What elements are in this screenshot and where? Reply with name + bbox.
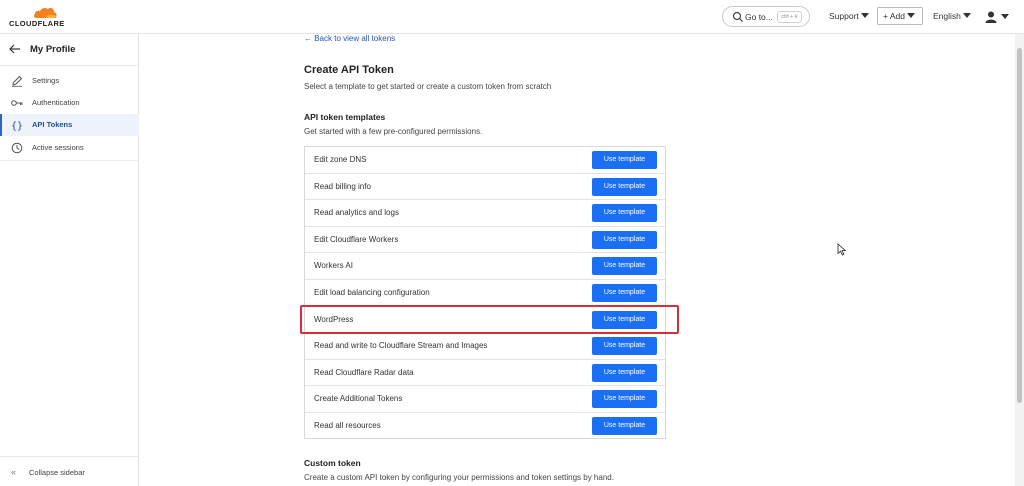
use-template-button[interactable]: Use template xyxy=(592,363,657,382)
chevron-down-icon xyxy=(906,13,915,18)
template-row: Edit zone DNS Use template xyxy=(305,147,665,174)
template-row: Read analytics and logs Use template xyxy=(305,200,665,227)
template-row: Workers AI Use template xyxy=(305,253,665,280)
use-template-button[interactable]: Use template xyxy=(592,177,657,196)
pencil-icon xyxy=(12,75,23,87)
scrollbar-thumb[interactable] xyxy=(1017,48,1022,403)
page-title: Create API Token xyxy=(304,64,394,76)
custom-token-heading: Custom token xyxy=(304,458,361,468)
sidebar-item-active-sessions[interactable]: Active sessions xyxy=(0,137,139,159)
add-button[interactable]: + Add xyxy=(877,7,923,25)
template-row: Read Cloudflare Radar data Use template xyxy=(305,360,665,387)
support-menu[interactable]: Support xyxy=(829,11,869,21)
search-icon xyxy=(732,11,744,23)
sidebar-item-label: Settings xyxy=(32,76,60,85)
use-template-button[interactable]: Use template xyxy=(592,151,657,169)
sidebar: My Profile Settings Authentication {} AP… xyxy=(0,34,139,486)
sidebar-item-authentication[interactable]: Authentication xyxy=(0,92,139,114)
template-table: Edit zone DNS Use template Read billing in… xyxy=(304,146,666,439)
custom-token-subtitle: Create a custom API token by configuring… xyxy=(304,473,614,482)
goto-shortcut: ctrl + k xyxy=(777,11,802,23)
template-row: Read all resources Use template xyxy=(305,413,665,440)
arrow-left-icon[interactable] xyxy=(9,44,21,54)
use-template-button[interactable]: Use template xyxy=(592,337,657,356)
cloudflare-logo[interactable]: CLOUDFLARE xyxy=(9,6,69,28)
templates-heading: API token templates xyxy=(304,112,386,122)
sidebar-divider xyxy=(0,160,139,161)
template-row: Edit load balancing configuration Use tem… xyxy=(305,280,665,307)
template-name: Read analytics and logs xyxy=(314,208,399,218)
mouse-cursor-icon xyxy=(837,243,847,256)
key-icon xyxy=(11,100,23,106)
svg-text:{}: {} xyxy=(11,121,23,131)
double-chevron-left-icon: « xyxy=(11,467,17,477)
sidebar-item-label: Authentication xyxy=(32,98,80,107)
braces-icon: {} xyxy=(11,121,23,131)
cloud-icon xyxy=(33,7,57,18)
collapse-sidebar-label: Collapse sidebar xyxy=(29,468,85,477)
templates-subtitle: Get started with a few pre-configured pe… xyxy=(304,127,483,136)
chevron-down-icon xyxy=(1001,14,1009,19)
main-content: ← Back to view all tokens Create API Tok… xyxy=(140,34,1015,486)
back-to-tokens-link[interactable]: ← Back to view all tokens xyxy=(304,34,395,43)
support-label: Support xyxy=(829,11,859,21)
user-menu[interactable] xyxy=(985,10,1009,24)
sidebar-title: My Profile xyxy=(30,44,76,55)
template-name: Edit Cloudflare Workers xyxy=(314,234,399,244)
goto-search[interactable]: Go to... ctrl + k xyxy=(722,6,810,27)
use-template-button[interactable]: Use template xyxy=(592,257,657,276)
sidebar-item-label: API Tokens xyxy=(32,120,73,129)
template-name: Read and write to Cloudflare Stream and … xyxy=(314,341,488,351)
use-template-button[interactable]: Use template xyxy=(592,417,657,435)
chevron-down-icon xyxy=(860,13,869,18)
use-template-button[interactable]: Use template xyxy=(592,230,657,249)
clock-icon xyxy=(11,142,23,154)
template-name: Read Cloudflare Radar data xyxy=(314,367,414,377)
template-name: Create Additional Tokens xyxy=(314,394,403,404)
language-label: English xyxy=(933,11,961,21)
sidebar-item-label: Active sessions xyxy=(32,143,84,152)
template-row: Read and write to Cloudflare Stream and … xyxy=(305,333,665,360)
template-row: Create Additional Tokens Use template xyxy=(305,386,665,413)
template-name: Read billing info xyxy=(314,181,371,191)
plus-icon: + xyxy=(883,11,890,21)
language-menu[interactable]: English xyxy=(933,11,971,21)
template-name: Edit load balancing configuration xyxy=(314,288,430,297)
sidebar-header: My Profile xyxy=(0,34,139,66)
template-row: Read billing info Use template xyxy=(305,174,665,201)
collapse-sidebar-button[interactable]: « Collapse sidebar xyxy=(0,456,139,486)
template-name: Workers AI xyxy=(314,261,353,271)
use-template-button[interactable]: Use template xyxy=(592,204,657,223)
sidebar-item-settings[interactable]: Settings xyxy=(0,70,139,92)
sidebar-item-api-tokens[interactable]: {} API Tokens xyxy=(0,114,139,136)
brand-wordmark: CLOUDFLARE xyxy=(9,19,65,28)
goto-label: Go to... xyxy=(745,12,773,22)
chevron-down-icon xyxy=(962,13,971,18)
template-name: Edit zone DNS xyxy=(314,155,367,164)
template-name: Read all resources xyxy=(314,421,381,430)
add-label: Add xyxy=(889,11,905,21)
use-template-button[interactable]: Use template xyxy=(592,284,657,302)
wordpress-highlight-box xyxy=(300,305,679,334)
template-row: Edit Cloudflare Workers Use template xyxy=(305,227,665,254)
use-template-button[interactable]: Use template xyxy=(592,390,657,409)
user-icon xyxy=(985,11,997,23)
top-bar: CLOUDFLARE Go to... ctrl + k Support + A… xyxy=(0,0,1024,34)
page-subtitle: Select a template to get started or crea… xyxy=(304,82,552,91)
